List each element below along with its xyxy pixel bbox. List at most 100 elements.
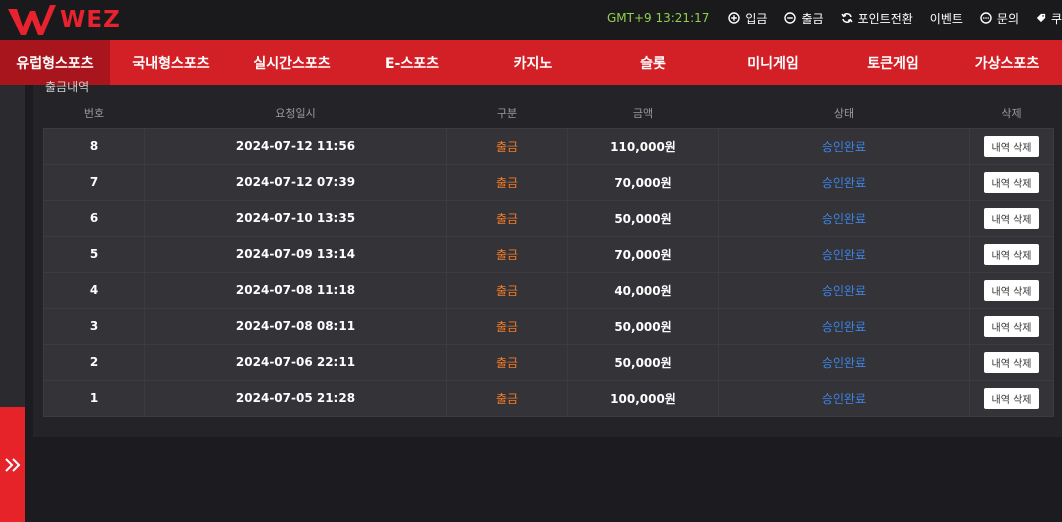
- delete-history-button[interactable]: 내역 삭제: [983, 387, 1040, 409]
- nav-live-sports[interactable]: 실시간스포츠: [232, 40, 352, 85]
- plus-circle-icon: [728, 12, 741, 24]
- tag-icon: [1036, 13, 1046, 23]
- nav-token-game[interactable]: 토큰게임: [834, 40, 952, 85]
- point-convert-link[interactable]: 포인트전환: [841, 10, 913, 27]
- cell-status: 승인완료: [718, 127, 970, 165]
- cell-date: 2024-07-08 08:11: [144, 307, 447, 345]
- cell-type: 출금: [446, 163, 568, 201]
- table-row: 3 2024-07-08 08:11 출금 50,000원 승인완료 내역 삭제: [43, 307, 1054, 345]
- cell-date: 2024-07-12 07:39: [144, 163, 447, 201]
- cell-no: 2: [43, 343, 145, 381]
- cell-date: 2024-07-08 11:18: [144, 271, 447, 309]
- side-expand-button[interactable]: [0, 407, 25, 522]
- cell-amount: 100,000원: [567, 379, 719, 417]
- event-label: 이벤트: [929, 11, 963, 26]
- cell-status: 승인완료: [718, 163, 970, 201]
- cell-no: 5: [43, 235, 145, 273]
- minus-circle-icon: [784, 12, 797, 24]
- cell-delete: 내역 삭제: [969, 271, 1054, 309]
- deposit-link[interactable]: 입금: [728, 10, 767, 27]
- withdraw-link[interactable]: 출금: [784, 10, 824, 27]
- logo-text: WEZ: [60, 7, 121, 33]
- cell-delete: 내역 삭제: [969, 379, 1054, 417]
- cell-amount: 50,000원: [567, 199, 719, 237]
- cell-no: 8: [43, 127, 145, 165]
- section-title: 출금내역: [45, 80, 90, 94]
- cell-date: 2024-07-05 21:28: [144, 379, 447, 417]
- cell-amount: 70,000원: [567, 235, 719, 273]
- nav-domestic-sports[interactable]: 국내형스포츠: [110, 40, 232, 85]
- header-no: 번호: [83, 106, 105, 120]
- delete-history-button[interactable]: 내역 삭제: [983, 207, 1040, 229]
- cell-delete: 내역 삭제: [969, 199, 1054, 237]
- delete-history-button[interactable]: 내역 삭제: [983, 243, 1040, 265]
- cell-delete: 내역 삭제: [969, 235, 1054, 273]
- table-row: 4 2024-07-08 11:18 출금 40,000원 승인완료 내역 삭제: [43, 271, 1054, 309]
- left-side-panel: [0, 85, 25, 522]
- cell-status: 승인완료: [718, 271, 970, 309]
- delete-history-button[interactable]: 내역 삭제: [983, 279, 1040, 301]
- top-bar: WEZ GMT+9 13:21:17 입금 출금 포인트전환 이벤트 문의 쿠: [0, 0, 1062, 40]
- cell-no: 4: [43, 271, 145, 309]
- inquiry-link[interactable]: 문의: [980, 10, 1019, 27]
- cell-type: 출금: [446, 199, 568, 237]
- header-amount: 금액: [632, 106, 654, 120]
- cell-amount: 40,000원: [567, 271, 719, 309]
- cell-date: 2024-07-12 11:56: [144, 127, 447, 165]
- coupon-link[interactable]: 쿠: [1036, 10, 1062, 27]
- cell-status: 승인완료: [718, 307, 970, 345]
- cell-type: 출금: [446, 235, 568, 273]
- header-type: 구분: [496, 106, 518, 120]
- top-links: GMT+9 13:21:17 입금 출금 포인트전환 이벤트 문의 쿠: [607, 0, 1062, 36]
- logo-mark-icon: [8, 5, 56, 35]
- nav-e-sports[interactable]: E-스포츠: [352, 40, 472, 85]
- cell-delete: 내역 삭제: [969, 163, 1054, 201]
- nav-mini-game[interactable]: 미니게임: [712, 40, 834, 85]
- cell-delete: 내역 삭제: [969, 127, 1054, 165]
- cell-date: 2024-07-06 22:11: [144, 343, 447, 381]
- withdraw-history-panel: 출금내역 번호 요청일시 구분 금액 상태 삭제 8 2024-07-12 11…: [33, 80, 1062, 437]
- refresh-icon: [841, 13, 853, 23]
- cell-delete: 내역 삭제: [969, 307, 1054, 345]
- nav-casino[interactable]: 카지노: [472, 40, 594, 85]
- cell-amount: 50,000원: [567, 343, 719, 381]
- table-row: 7 2024-07-12 07:39 출금 70,000원 승인완료 내역 삭제: [43, 163, 1054, 201]
- cell-date: 2024-07-10 13:35: [144, 199, 447, 237]
- clock: GMT+9 13:21:17: [607, 11, 710, 25]
- event-link[interactable]: 이벤트: [930, 10, 963, 27]
- logo[interactable]: WEZ: [6, 1, 121, 39]
- cell-type: 출금: [446, 307, 568, 345]
- coupon-label: 쿠: [1050, 11, 1062, 26]
- chat-icon: [980, 12, 992, 24]
- cell-status: 승인완료: [718, 235, 970, 273]
- cell-amount: 110,000원: [567, 127, 719, 165]
- table-row: 5 2024-07-09 13:14 출금 70,000원 승인완료 내역 삭제: [43, 235, 1054, 273]
- cell-delete: 내역 삭제: [969, 343, 1054, 381]
- inquiry-label: 문의: [996, 11, 1019, 26]
- delete-history-button[interactable]: 내역 삭제: [983, 351, 1040, 373]
- cell-no: 7: [43, 163, 145, 201]
- cell-amount: 50,000원: [567, 307, 719, 345]
- table-row: 6 2024-07-10 13:35 출금 50,000원 승인완료 내역 삭제: [43, 199, 1054, 237]
- delete-history-button[interactable]: 내역 삭제: [983, 135, 1040, 157]
- cell-date: 2024-07-09 13:14: [144, 235, 447, 273]
- cell-status: 승인완료: [718, 343, 970, 381]
- point-convert-label: 포인트전환: [857, 11, 913, 26]
- withdraw-history-table: 번호 요청일시 구분 금액 상태 삭제 8 2024-07-12 11:56 출…: [43, 98, 1054, 417]
- cell-type: 출금: [446, 343, 568, 381]
- delete-history-button[interactable]: 내역 삭제: [983, 315, 1040, 337]
- table-row: 8 2024-07-12 11:56 출금 110,000원 승인완료 내역 삭…: [43, 127, 1054, 165]
- double-chevron-right-icon: [4, 457, 20, 472]
- header-date: 요청일시: [275, 106, 316, 120]
- table-row: 1 2024-07-05 21:28 출금 100,000원 승인완료 내역 삭…: [43, 379, 1054, 417]
- cell-no: 3: [43, 307, 145, 345]
- nav-slot[interactable]: 슬롯: [594, 40, 712, 85]
- cell-status: 승인완료: [718, 379, 970, 417]
- table-row: 2 2024-07-06 22:11 출금 50,000원 승인완료 내역 삭제: [43, 343, 1054, 381]
- delete-history-button[interactable]: 내역 삭제: [983, 171, 1040, 193]
- cell-no: 6: [43, 199, 145, 237]
- header-delete: 삭제: [1001, 106, 1022, 120]
- cell-amount: 70,000원: [567, 163, 719, 201]
- cell-no: 1: [43, 379, 145, 417]
- nav-virtual-sports[interactable]: 가상스포츠: [952, 40, 1062, 85]
